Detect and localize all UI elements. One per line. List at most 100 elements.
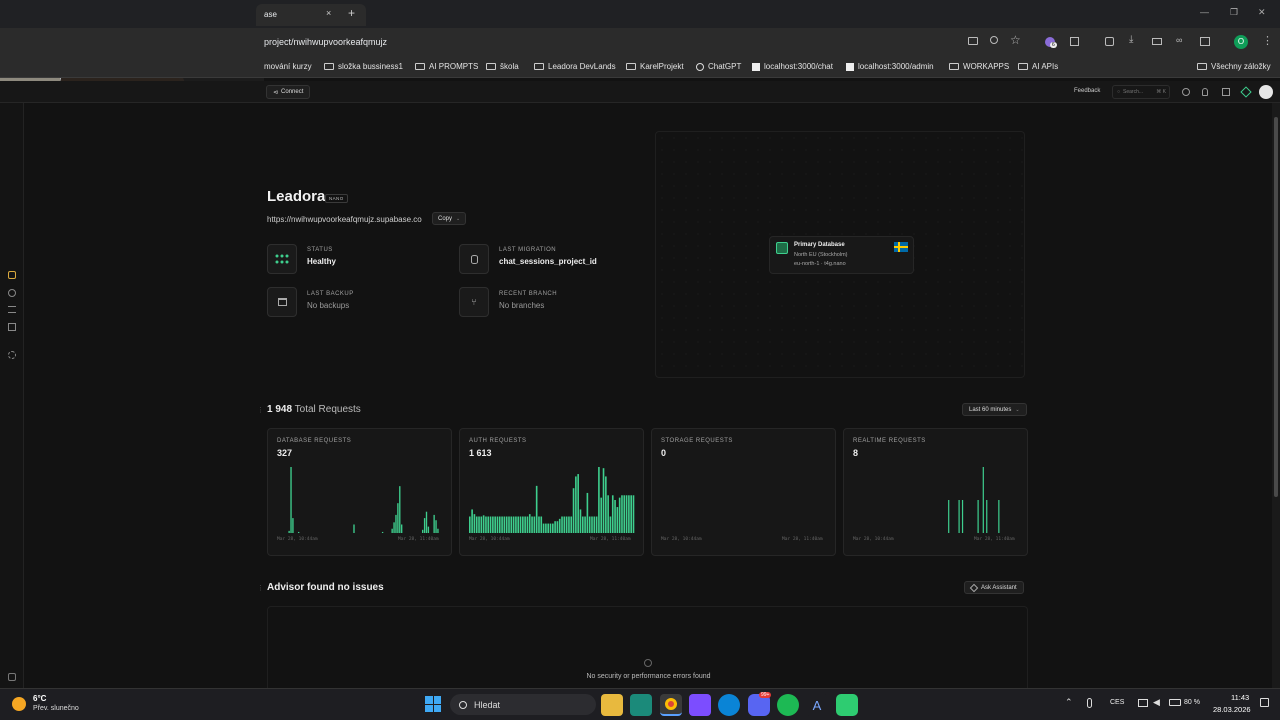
bookmark-item[interactable]: WORKAPPS: [949, 62, 1009, 71]
profile-avatar[interactable]: O: [1234, 35, 1248, 49]
chart-bar[interactable]: [503, 516, 506, 534]
clock-time[interactable]: 11:43: [1231, 693, 1249, 702]
maximize-button[interactable]: ❐: [1230, 7, 1238, 18]
weather-desc[interactable]: Přev. slunečno: [33, 705, 79, 712]
chart-bar[interactable]: [948, 500, 950, 533]
chart-bar[interactable]: [630, 495, 632, 533]
chart-bar[interactable]: [998, 500, 1000, 533]
chart-bar[interactable]: [595, 516, 598, 534]
chart-bar[interactable]: [588, 516, 591, 534]
chart-bar[interactable]: [572, 488, 575, 533]
assistant-icon[interactable]: [1240, 86, 1252, 98]
bookmark-item[interactable]: ChatGPT: [696, 62, 741, 71]
logs-icon[interactable]: [8, 306, 16, 313]
chart-bar[interactable]: [522, 516, 524, 534]
chart-bar[interactable]: [977, 500, 979, 533]
advisor-icon[interactable]: [8, 271, 16, 279]
chart-bar[interactable]: [614, 500, 616, 533]
new-tab-button[interactable]: +: [348, 6, 355, 20]
chart-bar[interactable]: [561, 516, 563, 534]
chart-bar[interactable]: [478, 516, 480, 534]
chart-bar[interactable]: [982, 467, 984, 533]
chart-bar[interactable]: [598, 467, 600, 533]
chart-bar[interactable]: [515, 516, 517, 534]
chart-bar[interactable]: [565, 516, 568, 534]
app-icon-1[interactable]: [630, 694, 652, 716]
feedback-button[interactable]: Feedback: [1074, 88, 1100, 94]
chart-bar[interactable]: [581, 516, 584, 534]
chart-bar[interactable]: [616, 507, 619, 533]
chart-bar[interactable]: [632, 495, 635, 533]
chart-bar[interactable]: [489, 516, 492, 534]
chart-bar[interactable]: [517, 516, 520, 534]
chart-bar[interactable]: [492, 516, 494, 534]
chart-bar[interactable]: [563, 516, 566, 534]
chart-bar[interactable]: [602, 468, 605, 533]
chart-bar[interactable]: [605, 476, 607, 533]
chart-bar[interactable]: [547, 523, 549, 533]
bookmark-star-icon[interactable]: ☆: [1010, 33, 1021, 47]
chart-bar[interactable]: [423, 518, 426, 533]
chart-bar[interactable]: [473, 514, 476, 533]
integrations-icon[interactable]: [8, 323, 16, 331]
chart-bar[interactable]: [475, 516, 478, 534]
chart-bar[interactable]: [510, 516, 513, 534]
chart-bar[interactable]: [577, 474, 579, 533]
chart-bar[interactable]: [425, 511, 428, 533]
chart-bar[interactable]: [623, 495, 626, 533]
browser-menu-icon[interactable]: ⋮: [1262, 34, 1273, 47]
tab-close-icon[interactable]: ×: [326, 8, 331, 18]
chart-bar[interactable]: [433, 514, 435, 533]
chart-card-storage[interactable]: STORAGE REQUESTS 0 Mar 28, 10:44am Mar 2…: [651, 428, 836, 556]
chart-card-auth[interactable]: AUTH REQUESTS 1 613 Mar 28, 10:44am Mar …: [459, 428, 644, 556]
spotify-icon[interactable]: [777, 694, 799, 716]
primary-database-node[interactable]: Primary Database North EU (Stockholm) eu…: [769, 236, 914, 274]
chart-bar[interactable]: [485, 516, 487, 534]
page-scrollbar[interactable]: [1272, 103, 1280, 688]
chart-bar[interactable]: [621, 495, 623, 533]
chart-bar[interactable]: [480, 516, 483, 534]
chart-bar[interactable]: [986, 500, 988, 533]
chart-bar[interactable]: [535, 485, 538, 533]
chart-bar[interactable]: [401, 524, 403, 533]
bookmark-item[interactable]: AI APIs: [1018, 62, 1058, 71]
microphone-icon[interactable]: [1087, 698, 1092, 708]
chart-bar[interactable]: [540, 516, 543, 534]
chart-bar[interactable]: [501, 516, 503, 534]
chrome-icon[interactable]: [660, 694, 682, 716]
chart-card-database[interactable]: DATABASE REQUESTS 327 Mar 28, 10:44am Ma…: [267, 428, 452, 556]
chart-bar[interactable]: [290, 467, 292, 533]
bookmark-item[interactable]: AI PROMPTS: [415, 62, 478, 71]
app-icon-3[interactable]: A: [806, 694, 828, 716]
chart-bar[interactable]: [381, 531, 384, 533]
chart-bar[interactable]: [505, 516, 508, 534]
notifications-icon[interactable]: [1260, 698, 1269, 707]
app-icon-2[interactable]: [689, 694, 711, 716]
chart-bar[interactable]: [487, 516, 490, 534]
chart-bar[interactable]: [591, 516, 593, 534]
language-indicator[interactable]: CES: [1110, 699, 1124, 706]
chart-bar[interactable]: [554, 521, 556, 533]
chart-bar[interactable]: [961, 500, 964, 533]
chart-bar[interactable]: [471, 509, 473, 533]
drag-handle-icon[interactable]: ⋮: [257, 584, 264, 592]
scrollbar-thumb[interactable]: [1274, 117, 1278, 497]
chart-bar[interactable]: [549, 523, 552, 533]
cast-icon[interactable]: [1152, 38, 1162, 45]
link-icon[interactable]: ∞: [1176, 35, 1182, 45]
chart-bar[interactable]: [538, 516, 540, 534]
observability-icon[interactable]: [8, 289, 16, 297]
chart-bar[interactable]: [422, 529, 424, 533]
weather-temp[interactable]: 6°C: [33, 694, 46, 703]
chart-bar[interactable]: [958, 500, 960, 533]
chart-bar[interactable]: [508, 516, 510, 534]
chart-bar[interactable]: [625, 495, 628, 533]
chart-bar[interactable]: [469, 516, 471, 534]
edge-icon[interactable]: [718, 694, 740, 716]
chart-bar[interactable]: [579, 509, 582, 533]
chart-bar[interactable]: [512, 516, 515, 534]
taskbar-search[interactable]: Hledat: [450, 694, 596, 715]
bookmark-item[interactable]: localhost:3000/chat: [752, 62, 833, 71]
chart-bar[interactable]: [600, 497, 603, 533]
connect-button[interactable]: ⊲ Connect: [266, 85, 311, 99]
